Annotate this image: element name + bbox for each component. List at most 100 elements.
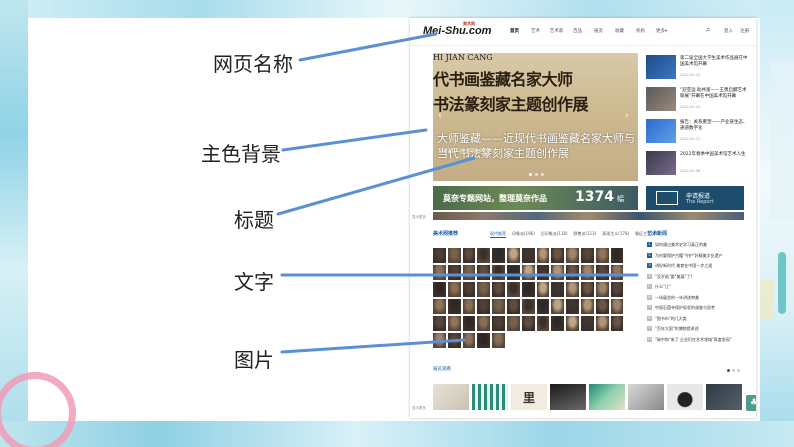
hot-item[interactable]: 6 一场展览的一年讲述审美	[647, 293, 751, 304]
side-tag[interactable]: 显示更多	[412, 406, 426, 411]
artist-portrait[interactable]	[536, 316, 550, 331]
nav-item-artists[interactable]: 艺术家	[546, 28, 567, 34]
tab-modern[interactable]: 现代推荐	[490, 231, 506, 238]
hot-item[interactable]: 5 什么"江"	[647, 282, 751, 293]
artist-portrait[interactable]	[595, 316, 609, 331]
nav-item-home[interactable]: 首页	[504, 28, 525, 34]
artist-portrait[interactable]	[492, 248, 505, 263]
artist-portrait[interactable]	[492, 282, 505, 297]
login-link[interactable]: 登入	[724, 28, 733, 34]
hot-item[interactable]: 7 中国石窟寺保护现状的调查与思考	[647, 303, 751, 314]
artist-portrait[interactable]	[477, 299, 491, 314]
artist-portrait[interactable]	[551, 299, 565, 314]
artist-portrait[interactable]	[433, 265, 446, 280]
artist-portrait[interactable]	[566, 248, 579, 263]
exhibition-thumb[interactable]: 里	[511, 384, 547, 410]
artist-portrait[interactable]	[462, 248, 476, 263]
tab-impressionism[interactable]: 印象派(196)	[512, 231, 535, 238]
artist-portrait[interactable]	[595, 248, 609, 263]
exhibition-thumb[interactable]	[550, 384, 586, 410]
hot-item[interactable]: 3 讲好新时代 美育在中国一步之遥	[647, 261, 751, 272]
report-banner[interactable]: 申请报道 The Report	[646, 186, 744, 210]
artist-portrait[interactable]	[433, 248, 446, 263]
nav-item-art[interactable]: 艺术	[525, 28, 546, 34]
artist-portrait[interactable]	[447, 299, 461, 314]
nav-item-works[interactable]: 百品	[567, 28, 588, 34]
hot-item[interactable]: 8 "图书市"的几大类	[647, 314, 751, 325]
artist-portrait[interactable]	[580, 316, 594, 331]
artist-portrait[interactable]	[447, 282, 461, 297]
monet-banner[interactable]: 莫奈专题网站，整理莫奈作品 1374 幅	[433, 186, 638, 210]
artist-portrait[interactable]	[433, 316, 446, 331]
artist-portrait[interactable]	[595, 282, 609, 297]
artist-portrait[interactable]	[447, 248, 461, 263]
hot-title[interactable]: "碳中和"来了 企业们在艺术领域"再度发现"	[655, 337, 732, 343]
artist-portrait[interactable]	[462, 299, 476, 314]
pager-dot[interactable]	[727, 369, 730, 372]
hot-title[interactable]: "没学画"要"美展"了?	[655, 274, 692, 280]
artist-portrait[interactable]	[477, 265, 491, 280]
artist-portrait[interactable]	[447, 316, 461, 331]
news-item[interactable]: "迎亚运 助共富——王勇启麟艺术联展"开幕在中国美术馆开幕 2022-01-14	[646, 85, 750, 117]
hot-title[interactable]: 讲好新时代 美育在中国一步之遥	[655, 263, 712, 269]
hot-title[interactable]: 什么"江"	[655, 284, 671, 290]
tab-post-impressionism[interactable]: 后印象派(118)	[541, 231, 568, 238]
chevron-right-icon[interactable]: ›	[625, 111, 635, 121]
artist-portrait[interactable]	[580, 282, 594, 297]
hot-title[interactable]: "图书市"的几大类	[655, 316, 687, 322]
artist-portrait[interactable]	[610, 265, 624, 280]
hot-title[interactable]: "百年大国"的博物馆讲述	[655, 326, 699, 332]
artist-portrait[interactable]	[610, 248, 624, 263]
exhibition-thumb[interactable]	[628, 384, 664, 410]
exhibition-thumb[interactable]	[472, 384, 508, 410]
artist-portrait[interactable]	[580, 299, 594, 314]
artist-portrait[interactable]	[462, 282, 476, 297]
artist-portrait[interactable]	[551, 265, 565, 280]
artist-portrait[interactable]	[580, 248, 594, 263]
artist-portrait[interactable]	[566, 282, 579, 297]
nav-item-institutions[interactable]: 机构	[630, 28, 651, 34]
news-title[interactable]: 第二届全国大学生美术作品展在中国美术馆开幕	[680, 56, 750, 68]
artist-portrait[interactable]	[521, 265, 535, 280]
exhibition-thumb[interactable]	[589, 384, 625, 410]
artist-portrait[interactable]	[521, 248, 535, 263]
nav-item-exhibitions[interactable]: 展览	[588, 28, 609, 34]
artist-portrait[interactable]	[580, 265, 594, 280]
hero-dot[interactable]	[541, 173, 544, 176]
artist-portrait[interactable]	[477, 248, 491, 263]
hero-caption[interactable]: 大师鉴藏——近现代书画鉴藏名家大师与当代书法篆刻家主题创作展	[437, 131, 637, 161]
artist-portrait[interactable]	[536, 299, 550, 314]
artist-portrait[interactable]	[506, 248, 520, 263]
artist-portrait[interactable]	[477, 316, 491, 331]
artist-portrait[interactable]	[610, 299, 624, 314]
hot-item[interactable]: 2 为何要保护古籍"守护"好精美文化遗产	[647, 251, 751, 262]
news-title[interactable]: 报告：关系重塑——产业链生态、通道数字化	[680, 120, 750, 132]
hero-dot[interactable]	[535, 173, 538, 176]
hot-item[interactable]: 10 "碳中和"来了 企业们在艺术领域"再度发现"	[647, 335, 751, 346]
artist-portrait[interactable]	[506, 316, 520, 331]
register-link[interactable]: 注册	[740, 28, 749, 34]
hot-title[interactable]: 中国石窟寺保护现状的调查与思考	[655, 305, 715, 311]
hot-title[interactable]: 为何要保护古籍"守护"好精美文化遗产	[655, 253, 723, 259]
artist-portrait[interactable]	[477, 282, 491, 297]
artist-portrait[interactable]	[506, 265, 520, 280]
hero-carousel[interactable]: HI JIAN CANG 代书画鉴藏名家大师 书法篆刻家主题创作展 大师鉴藏——…	[433, 53, 638, 181]
exhibition-thumb[interactable]	[706, 384, 742, 410]
artist-portrait[interactable]	[566, 265, 579, 280]
artist-portrait[interactable]	[492, 333, 505, 348]
artist-portrait[interactable]	[536, 248, 550, 263]
artist-portrait[interactable]	[462, 265, 476, 280]
artist-portrait[interactable]	[610, 316, 624, 331]
artist-portrait[interactable]	[566, 299, 579, 314]
hot-title[interactable]: 一场展览的一年讲述审美	[655, 295, 699, 301]
hot-item[interactable]: 1 如何通过美术史学习真正的美	[647, 240, 751, 251]
pager-dot[interactable]	[737, 369, 740, 372]
artist-portrait[interactable]	[521, 282, 535, 297]
hot-item[interactable]: 9 "百年大国"的博物馆讲述	[647, 324, 751, 335]
artist-portrait[interactable]	[521, 316, 535, 331]
news-item[interactable]: 第二届全国大学生美术作品展在中国美术馆开幕 2022-01-13	[646, 53, 750, 85]
artist-portrait[interactable]	[492, 299, 505, 314]
news-title[interactable]: "迎亚运 助共富——王勇启麟艺术联展"开幕在中国美术馆开幕	[680, 88, 750, 100]
artist-portrait[interactable]	[610, 282, 624, 297]
artist-portrait[interactable]	[566, 316, 579, 331]
